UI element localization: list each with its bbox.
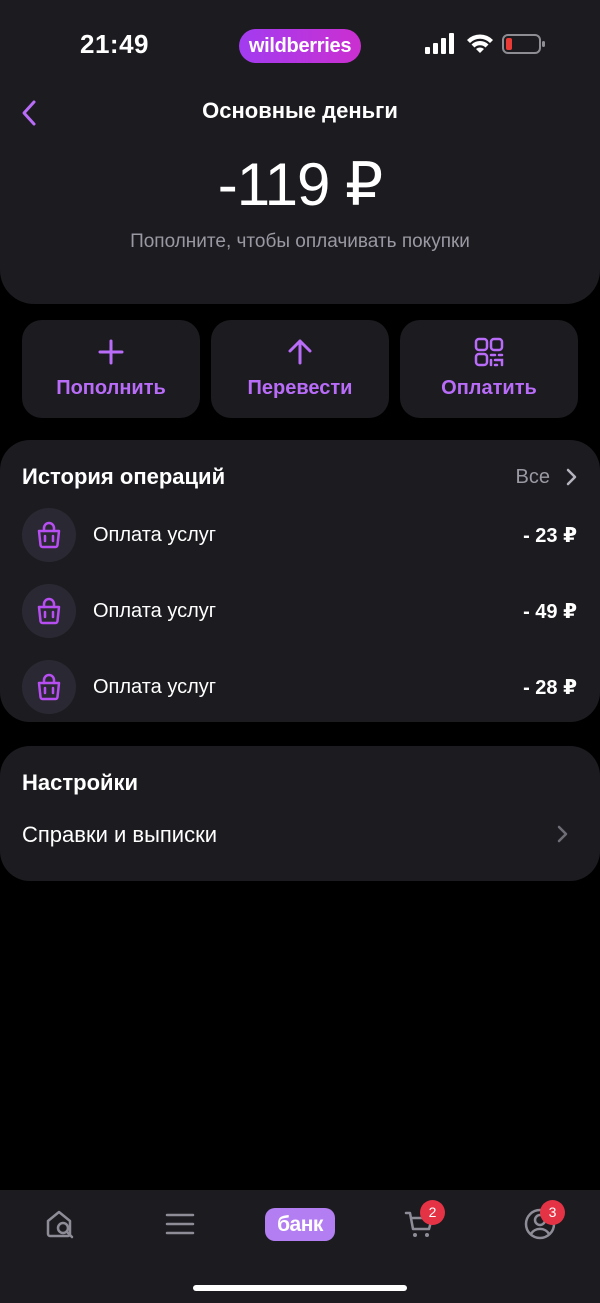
operation-amount: - 49 ₽ bbox=[523, 601, 577, 623]
operation-name: Оплата услуг bbox=[93, 676, 217, 698]
operation-name: Оплата услуг bbox=[93, 600, 217, 622]
arrow-up-icon bbox=[288, 339, 312, 365]
tab-bank[interactable]: банк bbox=[265, 1208, 335, 1241]
operation-amount: - 23 ₽ bbox=[523, 525, 577, 547]
settings-item-statements[interactable]: Справки и выписки bbox=[0, 810, 600, 860]
shopping-bag-icon bbox=[22, 508, 76, 562]
chevron-right-icon[interactable] bbox=[562, 465, 580, 489]
menu-icon bbox=[165, 1213, 195, 1235]
operation-row[interactable]: Оплата услуг - 28 ₽ bbox=[0, 658, 600, 718]
brand-logo: wildberries bbox=[239, 29, 361, 63]
operation-name: Оплата услуг bbox=[93, 524, 217, 546]
settings-item-label: Справки и выписки bbox=[22, 822, 218, 847]
settings-title: Настройки bbox=[22, 770, 139, 795]
settings-card: Настройки Справки и выписки bbox=[0, 746, 600, 881]
status-time: 21:49 bbox=[80, 29, 149, 59]
shopping-bag-icon bbox=[22, 584, 76, 638]
operation-amount: - 28 ₽ bbox=[523, 677, 577, 699]
balance-hint: Пополните, чтобы оплачивать покупки bbox=[130, 231, 470, 252]
history-all-link[interactable]: Все bbox=[516, 466, 550, 489]
home-indicator bbox=[193, 1285, 407, 1291]
pay-label: Оплатить bbox=[441, 377, 537, 399]
tab-menu[interactable] bbox=[150, 1204, 210, 1244]
page-title: Основные деньги bbox=[202, 98, 398, 123]
status-bar: 21:49 wildberries bbox=[0, 0, 600, 90]
wifi-icon bbox=[467, 34, 493, 53]
top-up-label: Пополнить bbox=[56, 377, 166, 399]
operation-row[interactable]: Оплата услуг - 23 ₽ bbox=[0, 506, 600, 566]
plus-icon bbox=[98, 339, 124, 365]
signal-icon bbox=[425, 33, 454, 54]
balance-amount: -119 ₽ bbox=[217, 151, 383, 218]
chevron-right-icon bbox=[557, 825, 568, 843]
history-title: История операций bbox=[22, 464, 226, 489]
qr-code-icon bbox=[474, 337, 504, 367]
top-up-button[interactable]: Пополнить bbox=[22, 320, 200, 418]
tab-home[interactable] bbox=[30, 1204, 90, 1244]
pay-button[interactable]: Оплатить bbox=[400, 320, 578, 418]
profile-badge: 3 bbox=[540, 1200, 565, 1225]
cart-badge: 2 bbox=[420, 1200, 445, 1225]
transfer-label: Перевести bbox=[247, 377, 353, 399]
history-card: История операций Все Оплата услуг - 23 ₽… bbox=[0, 440, 600, 722]
home-search-icon bbox=[46, 1210, 74, 1239]
header-card: 21:49 wildberries Основные деньги -119 ₽… bbox=[0, 0, 600, 304]
operation-row[interactable]: Оплата услуг - 49 ₽ bbox=[0, 582, 600, 642]
transfer-button[interactable]: Перевести bbox=[211, 320, 389, 418]
shopping-bag-icon bbox=[22, 660, 76, 714]
battery-low-icon bbox=[502, 34, 545, 54]
